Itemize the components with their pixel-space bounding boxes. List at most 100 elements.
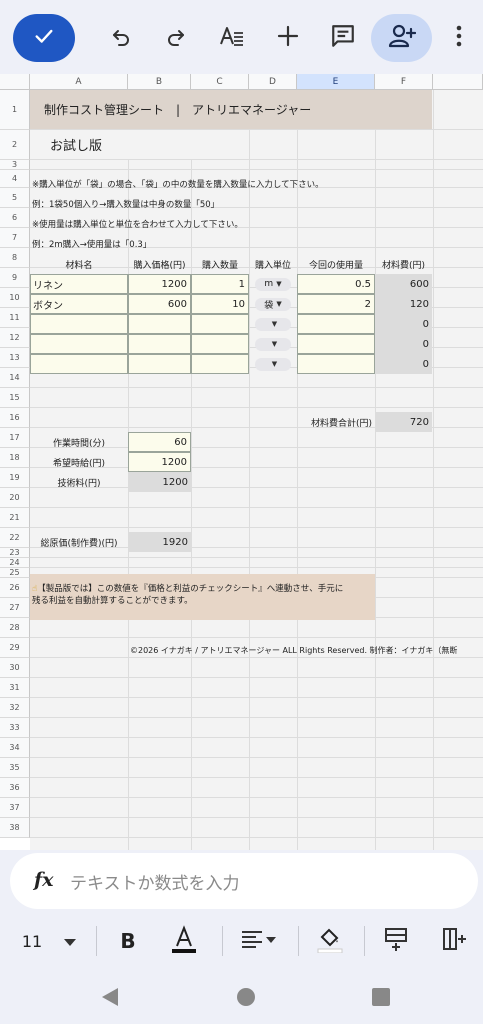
row-header-1[interactable]: 1 <box>0 90 30 130</box>
row-header-13[interactable]: 13 <box>0 348 30 368</box>
row-header-2[interactable]: 2 <box>0 130 30 160</box>
purchase-qty-input[interactable]: 1 <box>191 274 249 294</box>
comment-button[interactable] <box>319 14 367 62</box>
material-name-input[interactable]: ボタン <box>30 294 128 314</box>
purchase-qty-input[interactable] <box>191 334 249 354</box>
row-header-12[interactable]: 12 <box>0 328 30 348</box>
column-header-D[interactable]: D <box>249 74 297 90</box>
row-header-16[interactable]: 16 <box>0 408 30 428</box>
hourly-wage-input[interactable]: 1200 <box>128 452 191 472</box>
material-cost-value[interactable]: 120 <box>375 294 432 314</box>
row-header-37[interactable]: 37 <box>0 798 30 818</box>
column-header-C[interactable]: C <box>191 74 249 90</box>
spreadsheet-grid[interactable]: ABCDEF 1 2 3 4 5 6 7 8 9 10 11 12 13 14 15 16 17 18 19 20 21… <box>0 74 483 850</box>
purchase-qty-input[interactable]: 10 <box>191 294 249 314</box>
row-header-34[interactable]: 34 <box>0 738 30 758</box>
usage-input[interactable] <box>297 334 375 354</box>
material-total-value[interactable]: 720 <box>375 412 432 432</box>
purchase-qty-input[interactable] <box>191 354 249 374</box>
row-header-15[interactable]: 15 <box>0 388 30 408</box>
back-button[interactable] <box>100 987 120 1011</box>
row-header-3[interactable]: 3 <box>0 160 30 170</box>
column-header-F[interactable]: F <box>375 74 433 90</box>
insert-row-button[interactable] <box>378 926 414 956</box>
purchase-unit-dropdown[interactable]: ▼ <box>249 354 297 374</box>
row-header-32[interactable]: 32 <box>0 698 30 718</box>
row-header-33[interactable]: 33 <box>0 718 30 738</box>
row-header-23[interactable]: 23 <box>0 548 30 558</box>
material-cost-value[interactable]: 600 <box>375 274 432 294</box>
unit-chip[interactable]: ▼ <box>255 337 291 351</box>
row-header-28[interactable]: 28 <box>0 618 30 638</box>
unit-chip[interactable]: ▼ <box>255 317 291 331</box>
material-cost-value[interactable]: 0 <box>375 354 432 374</box>
row-header-22[interactable]: 22 <box>0 528 30 548</box>
row-header-27[interactable]: 27 <box>0 598 30 618</box>
sheet-title-cell[interactable]: 制作コスト管理シート | アトリエマネージャー <box>30 90 432 129</box>
bold-button[interactable]: B <box>110 926 146 956</box>
column-header-A[interactable]: A <box>30 74 128 90</box>
purchase-price-input[interactable]: 600 <box>128 294 191 314</box>
total-cost-value[interactable]: 1920 <box>128 532 191 552</box>
material-cost-value[interactable]: 0 <box>375 334 432 354</box>
row-header-18[interactable]: 18 <box>0 448 30 468</box>
row-header-11[interactable]: 11 <box>0 308 30 328</box>
material-name-input[interactable]: リネン <box>30 274 128 294</box>
purchase-unit-dropdown[interactable]: ▼ <box>249 314 297 334</box>
text-format-button[interactable] <box>208 14 256 62</box>
usage-input[interactable] <box>297 314 375 334</box>
align-button[interactable] <box>236 926 280 956</box>
usage-input[interactable] <box>297 354 375 374</box>
row-header-20[interactable]: 20 <box>0 488 30 508</box>
home-button[interactable] <box>236 987 256 1011</box>
promo-note[interactable]: ☝【製品版では】この数値を『価格と利益のチェックシート』へ連動させ、手元に 残る… <box>30 574 375 620</box>
row-header-6[interactable]: 6 <box>0 208 30 228</box>
purchase-unit-dropdown[interactable]: ▼ <box>249 334 297 354</box>
row-header-29[interactable]: 29 <box>0 638 30 658</box>
text-color-button[interactable] <box>166 925 202 956</box>
purchase-price-input[interactable] <box>128 334 191 354</box>
material-cost-value[interactable]: 0 <box>375 314 432 334</box>
select-all-corner[interactable] <box>0 74 30 90</box>
purchase-price-input[interactable]: 1200 <box>128 274 191 294</box>
purchase-price-input[interactable] <box>128 354 191 374</box>
row-header-21[interactable]: 21 <box>0 508 30 528</box>
purchase-unit-dropdown[interactable]: 袋 ▼ <box>249 294 297 314</box>
unit-chip[interactable]: 袋 ▼ <box>255 297 291 311</box>
row-header-19[interactable]: 19 <box>0 468 30 488</box>
font-size-select[interactable]: 11 <box>14 926 84 956</box>
unit-chip[interactable]: ▼ <box>255 357 291 371</box>
insert-button[interactable] <box>264 14 312 62</box>
row-header-9[interactable]: 9 <box>0 268 30 288</box>
row-header-31[interactable]: 31 <box>0 678 30 698</box>
cell-area[interactable]: 制作コスト管理シート | アトリエマネージャー お試し版 ※購入単位が「袋」の場… <box>30 90 483 850</box>
row-header-10[interactable]: 10 <box>0 288 30 308</box>
row-header-7[interactable]: 7 <box>0 228 30 248</box>
row-header-8[interactable]: 8 <box>0 248 30 268</box>
undo-button[interactable] <box>97 14 145 62</box>
row-header-25[interactable]: 25 <box>0 568 30 578</box>
row-header-36[interactable]: 36 <box>0 778 30 798</box>
column-header-B[interactable]: B <box>128 74 191 90</box>
row-header-5[interactable]: 5 <box>0 188 30 208</box>
more-options-button[interactable] <box>435 14 483 62</box>
share-button[interactable] <box>371 14 432 62</box>
purchase-price-input[interactable] <box>128 314 191 334</box>
unit-chip[interactable]: m ▼ <box>255 277 291 291</box>
usage-input[interactable]: 0.5 <box>297 274 375 294</box>
material-name-input[interactable] <box>30 314 128 334</box>
work-time-input[interactable]: 60 <box>128 432 191 452</box>
formula-input[interactable]: fx テキストか数式を入力 <box>10 853 478 909</box>
material-name-input[interactable] <box>30 334 128 354</box>
row-header-14[interactable]: 14 <box>0 368 30 388</box>
recents-button[interactable] <box>372 988 390 1010</box>
redo-button[interactable] <box>152 14 200 62</box>
material-name-input[interactable] <box>30 354 128 374</box>
row-header-35[interactable]: 35 <box>0 758 30 778</box>
purchase-unit-dropdown[interactable]: m ▼ <box>249 274 297 294</box>
row-header-24[interactable]: 24 <box>0 558 30 568</box>
tech-fee-value[interactable]: 1200 <box>128 472 191 492</box>
done-button[interactable] <box>13 14 75 62</box>
row-header-26[interactable]: 26 <box>0 578 30 598</box>
row-header-17[interactable]: 17 <box>0 428 30 448</box>
